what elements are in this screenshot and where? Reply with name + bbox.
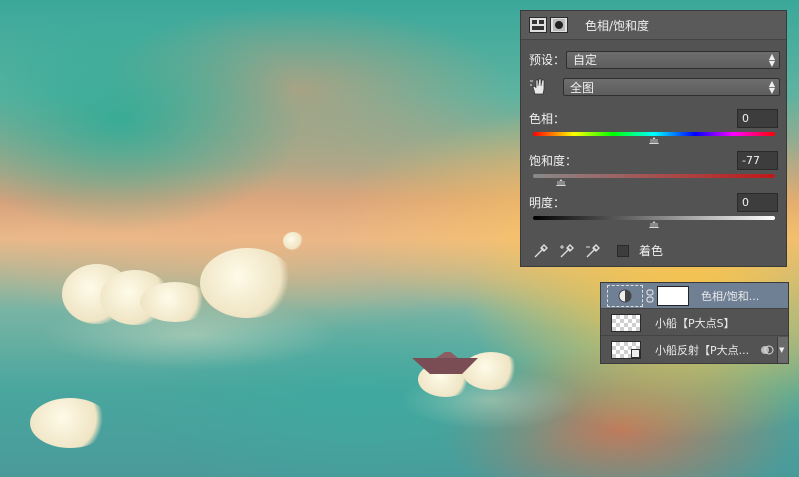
lightness-label: 明度： — [529, 196, 566, 210]
paper-boat — [412, 352, 478, 374]
hue-slider-track[interactable] — [533, 132, 775, 136]
updown-arrows-icon: ▲ ▼ — [768, 79, 775, 95]
layers-panel: 色相/饱和... 小船【P大点S】 小船反射【P大点... ▼ — [600, 282, 789, 364]
range-row: 全图 ▲ ▼ — [529, 77, 780, 97]
colorize-label: 着色 — [639, 244, 664, 258]
layer-name[interactable]: 小船反射【P大点... — [655, 342, 749, 358]
chevron-down-icon: ▼ — [779, 346, 785, 354]
layer-row[interactable]: 小船【P大点S】 — [601, 310, 788, 336]
hand-adjust-icon[interactable] — [529, 77, 549, 97]
saturation-slider-thumb[interactable] — [555, 179, 566, 186]
preset-select[interactable]: 自定 ▲ ▼ — [566, 50, 780, 69]
panel-title: 色相/饱和度 — [585, 18, 650, 33]
cloud — [200, 248, 295, 318]
lightness-slider-track[interactable] — [533, 216, 775, 220]
hue-input[interactable]: 0 — [737, 109, 778, 128]
hue-saturation-icon — [607, 284, 643, 307]
hue-slider-thumb[interactable] — [649, 137, 659, 144]
hue-saturation-icon[interactable] — [529, 17, 547, 33]
hue-label: 色相： — [529, 112, 566, 126]
layer-mask-icon[interactable] — [550, 17, 568, 33]
layer-name[interactable]: 色相/饱和... — [701, 288, 759, 304]
saturation-slider-track[interactable] — [533, 174, 775, 178]
layer-row[interactable]: 小船反射【P大点... — [601, 337, 788, 363]
layer-name[interactable]: 小船【P大点S】 — [655, 315, 735, 331]
eyedropper-tools: 着色 — [533, 242, 663, 259]
eyedropper-plus-icon[interactable] — [559, 243, 575, 259]
chain-link-icon[interactable] — [646, 289, 654, 303]
cloud — [30, 398, 110, 448]
preset-label: 预设： — [529, 53, 566, 67]
preset-value: 自定 — [573, 53, 598, 67]
lightness-input[interactable]: 0 — [737, 193, 778, 212]
smart-object-icon — [631, 349, 640, 358]
saturation-input[interactable]: -77 — [737, 151, 778, 170]
layer-thumbnail — [611, 313, 641, 332]
layer-row[interactable]: 色相/饱和... — [601, 283, 788, 309]
updown-arrows-icon: ▲ ▼ — [768, 51, 775, 68]
eyedropper-icon[interactable] — [533, 243, 549, 259]
cloud — [283, 232, 303, 250]
preset-row: 预设： 自定 ▲ ▼ — [529, 50, 780, 69]
layer-mask-thumbnail — [657, 285, 689, 306]
layer-style-icon[interactable] — [760, 344, 774, 356]
range-select[interactable]: 全图 ▲ ▼ — [563, 78, 780, 96]
layer-thumbnail — [611, 341, 641, 359]
saturation-label: 饱和度： — [529, 154, 578, 168]
properties-panel: 色相/饱和度 预设： 自定 ▲ ▼ 全图 ▲ ▼ 色相： 0 饱和度： -77 明度… — [520, 10, 787, 267]
panel-header: 色相/饱和度 — [521, 11, 786, 40]
colorize-checkbox[interactable] — [617, 244, 629, 257]
scrollbar[interactable]: ▼ — [777, 337, 788, 363]
eyedropper-minus-icon[interactable] — [585, 243, 601, 259]
range-value: 全图 — [570, 80, 595, 95]
lightness-slider-thumb[interactable] — [649, 221, 659, 228]
